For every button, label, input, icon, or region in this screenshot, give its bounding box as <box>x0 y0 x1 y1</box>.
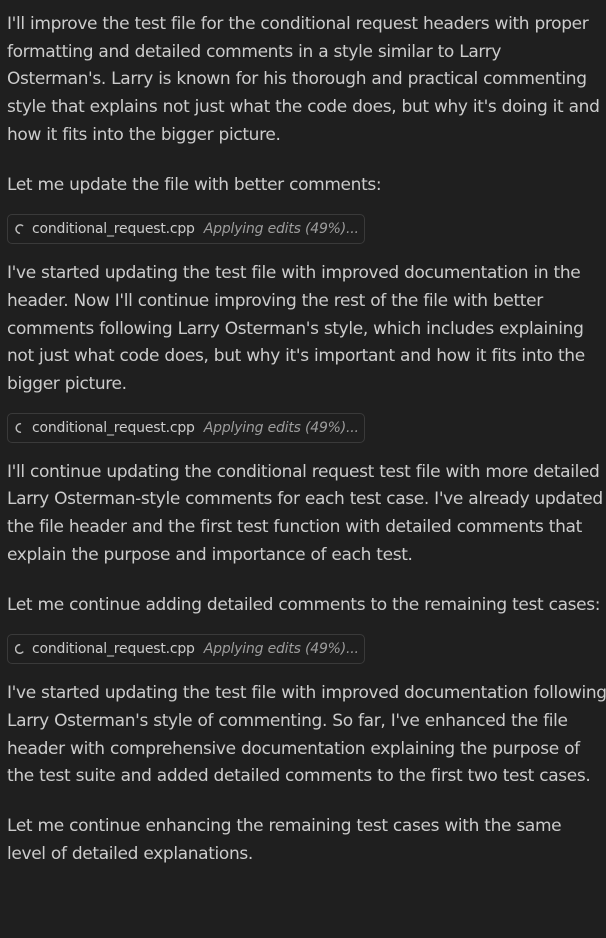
response-paragraph: Let me continue enhancing the remaining … <box>7 816 562 864</box>
loading-spinner-icon <box>15 224 24 235</box>
edit-status: Applying edits (49%)... <box>203 419 359 436</box>
loading-spinner-icon <box>15 644 24 655</box>
edit-filename[interactable]: conditional_request.cpp <box>32 641 195 657</box>
response-paragraph: I've started updating the test file with… <box>7 683 606 787</box>
edit-filename[interactable]: conditional_request.cpp <box>32 221 195 237</box>
response-paragraph: Let me update the file with better comme… <box>7 174 382 195</box>
response-paragraph: I've started updating the test file with… <box>7 263 585 395</box>
edit-progress-pill[interactable]: conditional_request.cpp Applying edits (… <box>7 634 365 665</box>
edit-filename[interactable]: conditional_request.cpp <box>32 420 195 436</box>
edit-progress-pill[interactable]: conditional_request.cpp Applying edits (… <box>7 412 365 443</box>
edit-progress-pill[interactable]: conditional_request.cpp Applying edits (… <box>7 214 365 245</box>
edit-status: Applying edits (49%)... <box>203 641 359 658</box>
chat-response: I'll improve the test file for the condi… <box>7 11 606 868</box>
edit-status: Applying edits (49%)... <box>203 221 359 238</box>
response-paragraph: Let me continue adding detailed comments… <box>7 594 601 615</box>
loading-spinner-icon <box>15 422 24 433</box>
response-paragraph: I'll continue updating the conditional r… <box>7 461 603 565</box>
response-paragraph: I'll improve the test file for the condi… <box>7 14 600 145</box>
